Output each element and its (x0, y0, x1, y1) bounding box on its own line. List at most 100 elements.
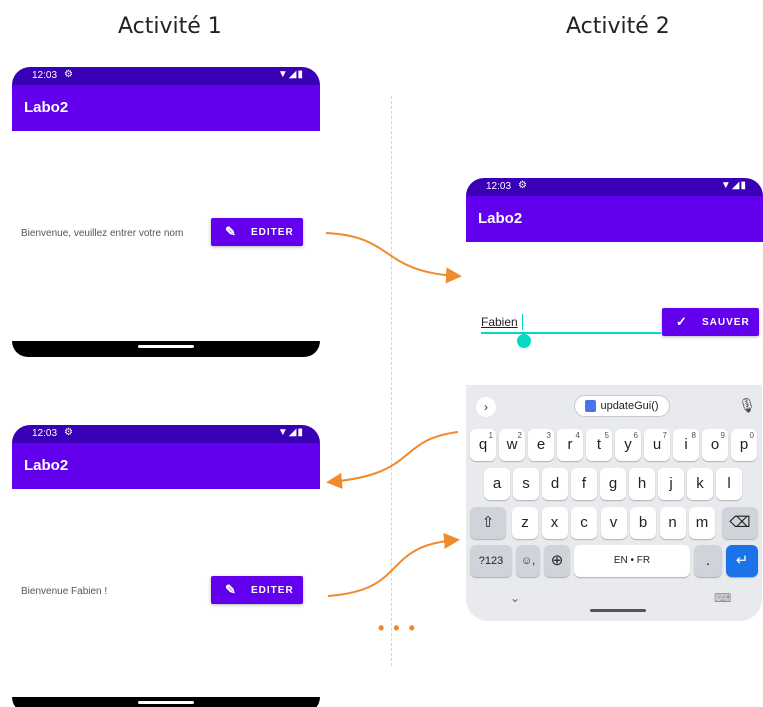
arrow-edit-to-keyboard (327, 532, 460, 597)
save-button-label: SAUVER (702, 317, 750, 328)
key-j[interactable]: j (658, 468, 684, 500)
navigation-bar (12, 341, 320, 357)
key-q[interactable]: q1 (470, 429, 496, 461)
home-indicator[interactable] (138, 701, 194, 704)
key-l[interactable]: l (716, 468, 742, 500)
wifi-signal-battery-icon: ▼◢▮ (277, 427, 304, 438)
key-y-secondary: 6 (633, 431, 638, 440)
settings-icon: ⚙ (64, 427, 73, 438)
shift-key[interactable]: ⇧ (470, 507, 506, 539)
expand-suggestions-icon[interactable]: › (476, 397, 496, 417)
key-w-secondary: 2 (517, 431, 522, 440)
phone-activity-1-updated: 12:03 ⚙ ▼◢▮ Labo2 Bienvenue Fabien ! ✎ E… (12, 425, 320, 707)
suggestion-chip[interactable]: updateGui() (574, 395, 670, 417)
key-d[interactable]: d (542, 468, 568, 500)
status-time: 12:03 (486, 181, 512, 192)
app-title: Labo2 (24, 99, 69, 116)
emoji-comma-key[interactable]: ☺, (516, 545, 540, 577)
settings-icon: ⚙ (64, 69, 73, 80)
key-o-secondary: 9 (720, 431, 725, 440)
key-u-secondary: 7 (662, 431, 667, 440)
enter-key[interactable]: ↵ (726, 545, 758, 577)
key-h[interactable]: h (629, 468, 655, 500)
key-n[interactable]: n (659, 507, 686, 539)
cursor-handle[interactable] (517, 334, 531, 348)
keyboard-switch-icon[interactable]: ⌨ (714, 591, 731, 605)
key-u[interactable]: u7 (644, 429, 670, 461)
key-t-secondary: 5 (604, 431, 609, 440)
globe-key[interactable]: ⊕ (544, 545, 570, 577)
text-cursor (522, 314, 523, 330)
arrow-edit-to-activity-2 (325, 232, 462, 284)
key-x[interactable]: x (541, 507, 568, 539)
home-indicator[interactable] (590, 609, 646, 612)
microphone-icon[interactable]: 🎙 (738, 397, 756, 414)
app-title: Labo2 (478, 210, 523, 227)
settings-icon: ⚙ (518, 180, 527, 191)
pencil-icon: ✎ (225, 224, 237, 239)
status-time: 12:03 (32, 428, 58, 439)
name-input-value: Fabien (481, 315, 518, 329)
key-b[interactable]: b (630, 507, 656, 539)
backspace-key[interactable]: ⌫ (722, 507, 758, 539)
key-r[interactable]: r4 (557, 429, 583, 461)
status-bar: 12:03 ⚙ ▼◢▮ (466, 178, 763, 196)
soft-keyboard: › updateGui() 🎙 q1w2e3r4t5y6u7i8o9p0 asd… (466, 385, 762, 621)
navigation-bar (12, 697, 320, 707)
key-a[interactable]: a (484, 468, 510, 500)
key-e-secondary: 3 (546, 431, 551, 440)
key-i-secondary: 8 (691, 431, 696, 440)
check-icon: ✓ (676, 314, 688, 329)
numbers-key[interactable]: ?123 (470, 545, 512, 577)
clipboard-icon (585, 400, 597, 413)
key-g[interactable]: g (600, 468, 626, 500)
key-p[interactable]: p0 (731, 429, 757, 461)
edit-button[interactable]: ✎ EDITER (211, 218, 303, 246)
phone-activity-2: 12:03 ⚙ ▼◢▮ Labo2 Fabien ✓ SAUVER (466, 178, 763, 378)
activity-1-heading: Activité 1 (118, 14, 222, 39)
column-divider (391, 96, 392, 666)
edit-button-label: EDITER (251, 585, 294, 596)
app-bar: Labo2 (12, 443, 320, 489)
key-k[interactable]: k (687, 468, 713, 500)
app-bar: Labo2 (12, 85, 320, 131)
save-button[interactable]: ✓ SAUVER (662, 308, 759, 336)
activity-2-heading: Activité 2 (566, 14, 670, 39)
continuation-dots: • • • (378, 618, 417, 638)
phone-activity-1-initial: 12:03 ⚙ ▼◢▮ Labo2 Bienvenue, veuillez en… (12, 67, 320, 357)
key-i[interactable]: i8 (673, 429, 699, 461)
app-title: Labo2 (24, 457, 69, 474)
suggestion-label: updateGui() (600, 400, 659, 412)
key-c[interactable]: c (571, 507, 597, 539)
status-bar: 12:03 ⚙ ▼◢▮ (12, 67, 320, 85)
key-y[interactable]: y6 (615, 429, 641, 461)
key-s[interactable]: s (513, 468, 539, 500)
key-p-secondary: 0 (749, 431, 754, 440)
key-z[interactable]: z (512, 507, 538, 539)
status-time: 12:03 (32, 70, 58, 81)
pencil-icon: ✎ (225, 582, 237, 597)
welcome-message: Bienvenue Fabien ! (21, 586, 108, 597)
app-bar: Labo2 (466, 196, 763, 242)
hide-keyboard-icon[interactable]: ⌄ (510, 591, 520, 605)
wifi-signal-battery-icon: ▼◢▮ (277, 69, 304, 80)
key-t[interactable]: t5 (586, 429, 612, 461)
key-m[interactable]: m (689, 507, 715, 539)
key-o[interactable]: o9 (702, 429, 728, 461)
key-q-secondary: 1 (488, 431, 493, 440)
welcome-message: Bienvenue, veuillez entrer votre nom (21, 228, 184, 239)
period-key[interactable]: . (694, 545, 722, 577)
wifi-signal-battery-icon: ▼◢▮ (720, 180, 747, 191)
arrow-save-to-activity-1 (326, 431, 459, 489)
edit-button[interactable]: ✎ EDITER (211, 576, 303, 604)
key-f[interactable]: f (571, 468, 597, 500)
home-indicator[interactable] (138, 345, 194, 348)
key-e[interactable]: e3 (528, 429, 554, 461)
key-w[interactable]: w2 (499, 429, 525, 461)
key-v[interactable]: v (600, 507, 627, 539)
key-r-secondary: 4 (575, 431, 580, 440)
name-input[interactable]: Fabien (481, 312, 661, 334)
edit-button-label: EDITER (251, 227, 294, 238)
space-key[interactable]: EN • FR (574, 545, 690, 577)
status-bar: 12:03 ⚙ ▼◢▮ (12, 425, 320, 443)
